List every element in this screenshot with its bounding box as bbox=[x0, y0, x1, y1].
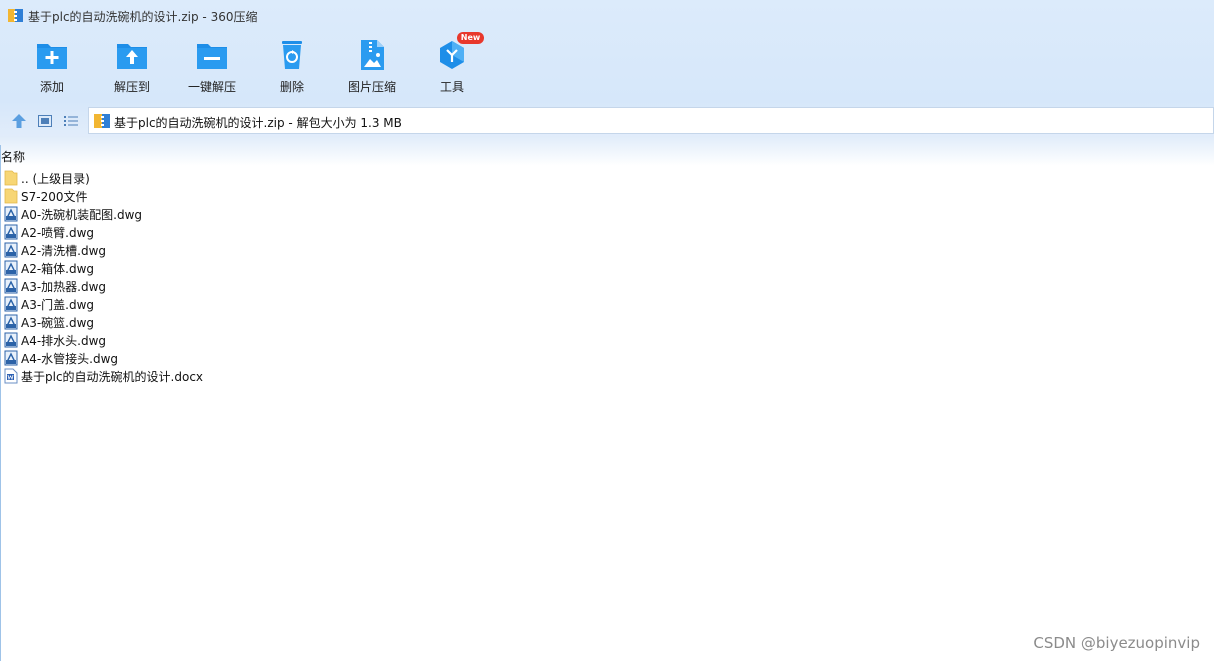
add-button-label: 添加 bbox=[39, 80, 64, 94]
dwg-file-icon bbox=[4, 206, 18, 222]
dwg-file-icon bbox=[4, 260, 18, 276]
column-header-name[interactable]: 名称 bbox=[0, 148, 25, 164]
list-view-icon[interactable] bbox=[63, 113, 79, 129]
list-item[interactable]: A3-加热器.dwg bbox=[0, 277, 600, 295]
list-item[interactable]: .. (上级目录) bbox=[0, 169, 600, 187]
folder-icon bbox=[4, 188, 18, 204]
dwg-file-icon bbox=[4, 296, 18, 312]
image-compress-icon bbox=[361, 40, 384, 70]
thumbnail-view-icon[interactable] bbox=[37, 113, 53, 129]
tools-button-label: 工具 bbox=[439, 80, 464, 94]
dwg-file-icon bbox=[4, 314, 18, 330]
dwg-file-icon bbox=[4, 224, 18, 240]
delete-button-label: 删除 bbox=[279, 80, 304, 94]
one-click-extract-button[interactable]: 一键解压 bbox=[172, 38, 252, 98]
image-compress-button-label: 图片压缩 bbox=[347, 80, 396, 94]
file-name: A3-碗篮.dwg bbox=[21, 316, 95, 330]
list-item[interactable]: A4-排水头.dwg bbox=[0, 331, 600, 349]
file-name: A2-喷臂.dwg bbox=[21, 226, 95, 240]
extract-to-icon bbox=[117, 44, 147, 69]
app-window: 基于plc的自动洗碗机的设计.zip - 360压缩 添加 解压到 一键解压 删… bbox=[0, 0, 1214, 661]
address-text: 基于plc的自动洗碗机的设计.zip - 解包大小为 1.3 MB bbox=[114, 116, 402, 130]
list-item[interactable]: A2-箱体.dwg bbox=[0, 259, 600, 277]
image-compress-button[interactable]: 图片压缩 bbox=[332, 38, 412, 98]
list-item[interactable]: A0-洗碗机装配图.dwg bbox=[0, 205, 600, 223]
title-bar: 基于plc的自动洗碗机的设计.zip - 360压缩 bbox=[0, 0, 1214, 34]
dwg-file-icon bbox=[4, 278, 18, 294]
add-button[interactable]: 添加 bbox=[12, 38, 92, 98]
file-list: .. (上级目录) S7-200文件 A0-洗碗机装配图.dwg A2-喷臂.d… bbox=[0, 169, 600, 385]
file-name: A3-门盖.dwg bbox=[21, 298, 95, 312]
recycle-bin-icon bbox=[282, 41, 302, 69]
file-name: A4-排水头.dwg bbox=[21, 334, 107, 348]
delete-button[interactable]: 删除 bbox=[252, 38, 332, 98]
dwg-file-icon bbox=[4, 350, 18, 366]
watermark: CSDN @biyezuopinvip bbox=[1033, 634, 1200, 652]
file-name: .. (上级目录) bbox=[21, 172, 90, 186]
file-name: A2-箱体.dwg bbox=[21, 262, 95, 276]
list-item[interactable]: S7-200文件 bbox=[0, 187, 600, 205]
one-click-extract-icon bbox=[197, 44, 227, 69]
extract-to-button-label: 解压到 bbox=[113, 80, 150, 94]
add-folder-icon bbox=[37, 44, 67, 69]
list-item[interactable]: A2-喷臂.dwg bbox=[0, 223, 600, 241]
address-bar[interactable]: 基于plc的自动洗碗机的设计.zip - 解包大小为 1.3 MB bbox=[88, 107, 1214, 134]
list-item[interactable]: 基于plc的自动洗碗机的设计.docx bbox=[0, 367, 600, 385]
file-name: S7-200文件 bbox=[21, 190, 88, 204]
navigation-bar: 基于plc的自动洗碗机的设计.zip - 解包大小为 1.3 MB bbox=[0, 106, 1214, 136]
file-name: A0-洗碗机装配图.dwg bbox=[21, 208, 143, 222]
word-document-icon bbox=[4, 368, 18, 384]
window-title: 基于plc的自动洗碗机的设计.zip - 360压缩 bbox=[28, 10, 258, 24]
list-item[interactable]: A4-水管接头.dwg bbox=[0, 349, 600, 367]
zip-archive-icon bbox=[94, 114, 110, 128]
list-item[interactable]: A3-门盖.dwg bbox=[0, 295, 600, 313]
file-name: A3-加热器.dwg bbox=[21, 280, 107, 294]
tools-button[interactable]: New 工具 bbox=[412, 32, 492, 98]
file-name: A2-清洗槽.dwg bbox=[21, 244, 107, 258]
zip-archive-icon bbox=[8, 9, 23, 22]
one-click-extract-button-label: 一键解压 bbox=[187, 80, 236, 94]
list-item[interactable]: A3-碗篮.dwg bbox=[0, 313, 600, 331]
dwg-file-icon bbox=[4, 332, 18, 348]
file-name: 基于plc的自动洗碗机的设计.docx bbox=[21, 370, 204, 384]
dwg-file-icon bbox=[4, 242, 18, 258]
up-arrow-icon[interactable] bbox=[11, 113, 27, 129]
folder-icon bbox=[4, 170, 18, 186]
file-name: A4-水管接头.dwg bbox=[21, 352, 119, 366]
new-badge: New bbox=[456, 32, 485, 44]
extract-to-button[interactable]: 解压到 bbox=[92, 38, 172, 98]
list-item[interactable]: A2-清洗槽.dwg bbox=[0, 241, 600, 259]
